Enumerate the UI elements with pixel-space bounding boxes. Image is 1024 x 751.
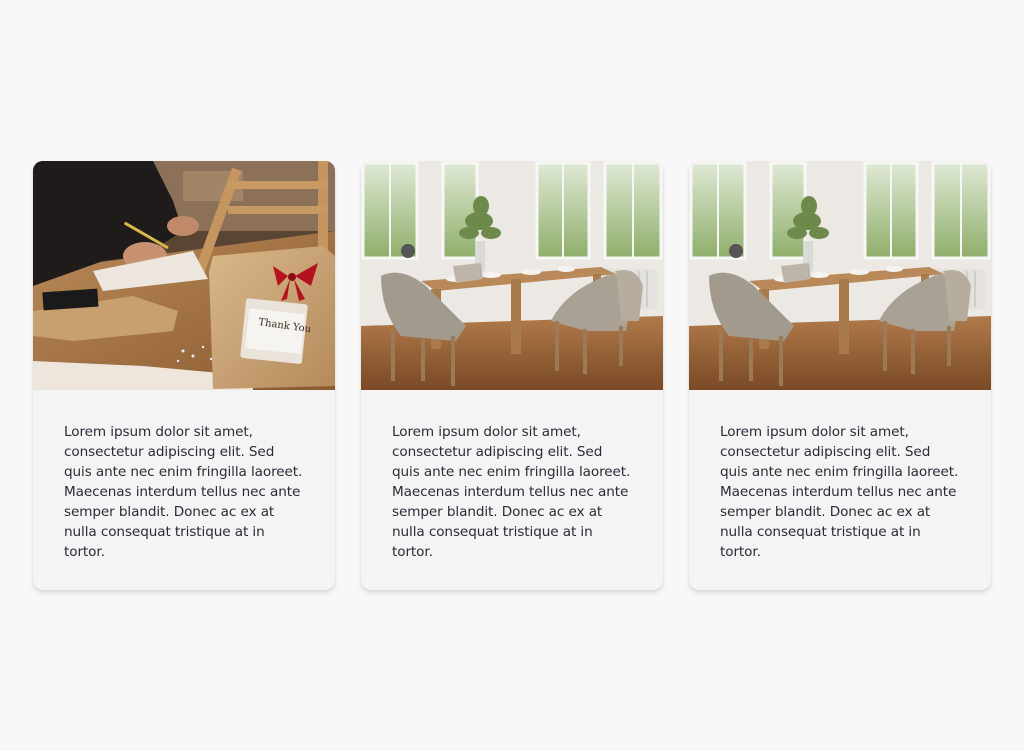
card-row: Thank You Lorem ipsum dolor sit amet, co… [33,161,991,590]
card-description: Lorem ipsum dolor sit amet, consectetur … [720,424,959,560]
card-body: Lorem ipsum dolor sit amet, consectetur … [33,390,335,562]
dining-room-photo [361,161,663,390]
card-description: Lorem ipsum dolor sit amet, consectetur … [392,424,631,560]
card-body: Lorem ipsum dolor sit amet, consectetur … [361,390,663,562]
card-dining-room[interactable]: Lorem ipsum dolor sit amet, consectetur … [361,161,663,590]
card-body: Lorem ipsum dolor sit amet, consectetur … [689,390,991,562]
gift-wrapping-photo: Thank You [33,161,335,390]
card-gift-wrapping[interactable]: Thank You Lorem ipsum dolor sit amet, co… [33,161,335,590]
dining-room-photo [689,161,991,390]
page: Thank You Lorem ipsum dolor sit amet, co… [0,0,1024,751]
card-dining-room-2[interactable]: Lorem ipsum dolor sit amet, consectetur … [689,161,991,590]
card-description: Lorem ipsum dolor sit amet, consectetur … [64,424,303,560]
